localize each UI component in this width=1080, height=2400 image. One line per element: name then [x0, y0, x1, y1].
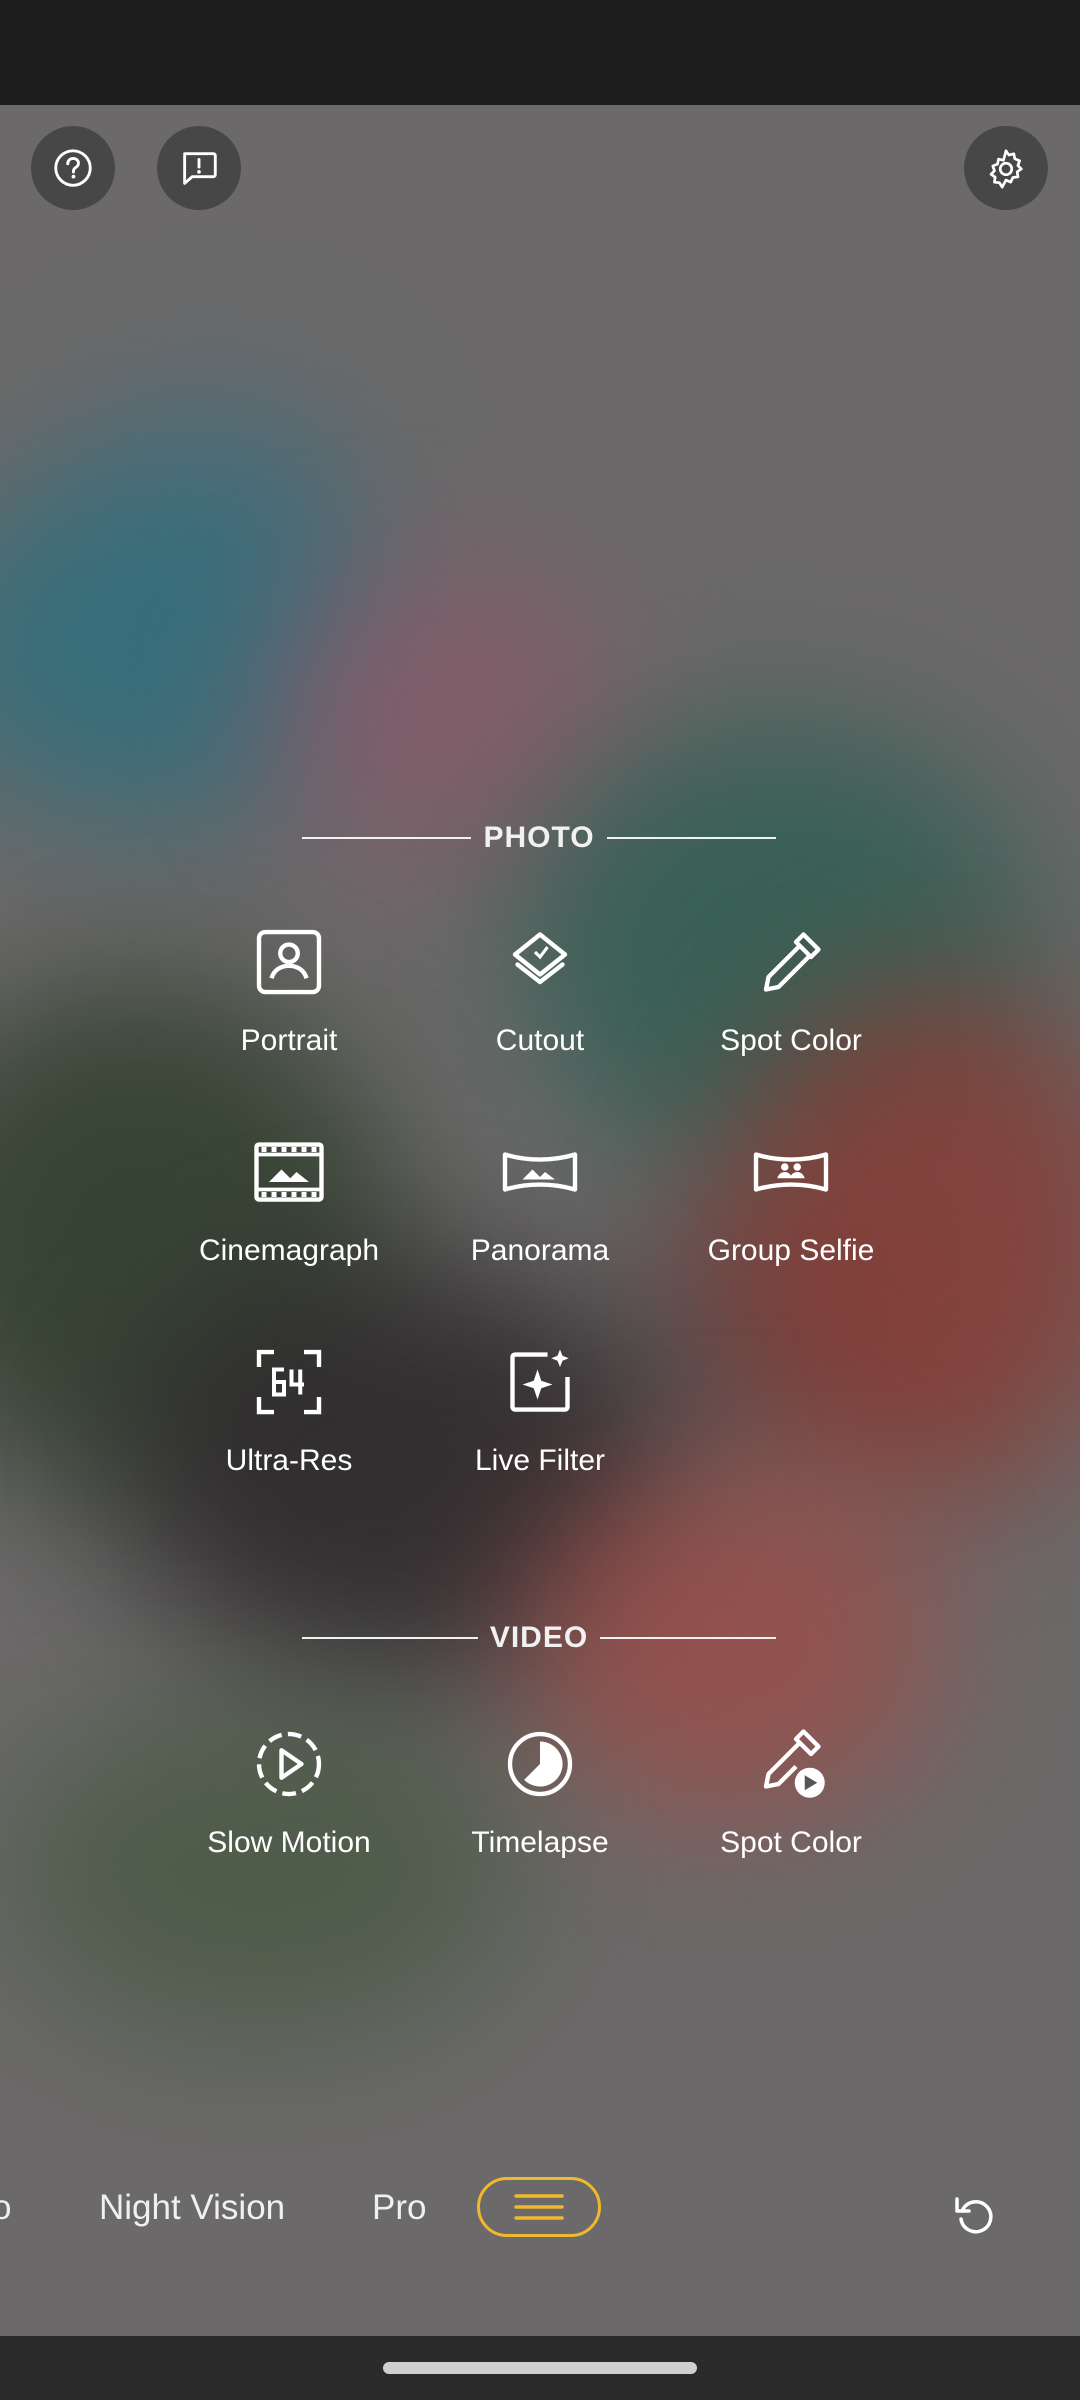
mode-label: Live Filter [474, 1444, 606, 1477]
home-indicator[interactable] [383, 2362, 697, 2374]
help-circle-icon [54, 149, 92, 187]
rotate-reset-icon [955, 2197, 993, 2234]
mode-ultra-res[interactable]: Ultra-Res [163, 1342, 415, 1478]
feedback-icon [183, 152, 217, 185]
divider-line-right [600, 1637, 777, 1639]
mode-timelapse[interactable]: Timelapse [414, 1724, 666, 1860]
mode-strip-item-partial[interactable]: o [0, 2188, 11, 2228]
mode-strip-item-pro[interactable]: Pro [372, 2188, 426, 2228]
help-button[interactable] [31, 126, 115, 210]
mode-strip-item-night-vision[interactable]: Night Vision [99, 2188, 285, 2228]
mode-panorama[interactable]: Panorama [414, 1132, 666, 1268]
mode-group-selfie[interactable]: Group Selfie [665, 1132, 917, 1268]
mode-label: Group Selfie [707, 1234, 875, 1267]
mode-label: Spot Color [720, 1024, 862, 1057]
portrait-icon [256, 929, 322, 995]
video-section-title: VIDEO [489, 1621, 589, 1654]
mode-live-filter[interactable]: Live Filter [414, 1342, 666, 1478]
mode-slow-motion[interactable]: Slow Motion [163, 1724, 415, 1860]
panorama-icon [502, 1152, 578, 1192]
mode-spot-color[interactable]: Spot Color [665, 922, 917, 1058]
mode-label: Panorama [470, 1234, 610, 1267]
mode-label: Ultra-Res [225, 1444, 353, 1477]
status-bar [0, 0, 1080, 105]
mode-label: Slow Motion [207, 1826, 371, 1859]
divider-line-left [302, 837, 472, 839]
ultra-res-64-icon [256, 1349, 322, 1415]
filmstrip-icon [254, 1142, 324, 1202]
video-section-header: VIDEO [302, 1618, 777, 1658]
mode-label: Timelapse [471, 1826, 609, 1859]
modes-menu-button[interactable] [477, 2177, 601, 2237]
mode-portrait[interactable]: Portrait [163, 922, 415, 1058]
slow-motion-play-icon [256, 1731, 322, 1797]
group-selfie-icon [753, 1152, 829, 1192]
mode-label: Cutout [495, 1024, 585, 1057]
gear-icon [989, 149, 1023, 189]
photo-section-title: PHOTO [483, 821, 595, 854]
mode-cutout[interactable]: Cutout [414, 922, 666, 1058]
mode-video-spot-color[interactable]: Spot Color [665, 1724, 917, 1860]
eyedropper-video-icon [763, 1729, 825, 1798]
live-filter-sparkle-icon [510, 1349, 570, 1412]
mode-cinemagraph[interactable]: Cinemagraph [163, 1132, 415, 1268]
timelapse-icon [507, 1731, 573, 1797]
eyedropper-icon [763, 932, 821, 992]
mode-label: Cinemagraph [198, 1234, 380, 1267]
divider-line-right [606, 837, 777, 839]
settings-button[interactable] [964, 126, 1048, 210]
mode-label: Portrait [240, 1024, 338, 1057]
feedback-button[interactable] [157, 126, 241, 210]
mode-label: Spot Color [720, 1826, 862, 1859]
cutout-layers-icon [512, 932, 568, 985]
divider-line-left [302, 1637, 478, 1639]
hamburger-menu-icon [514, 2194, 564, 2220]
photo-section-header: PHOTO [302, 818, 777, 858]
reset-button[interactable] [944, 2184, 1006, 2246]
